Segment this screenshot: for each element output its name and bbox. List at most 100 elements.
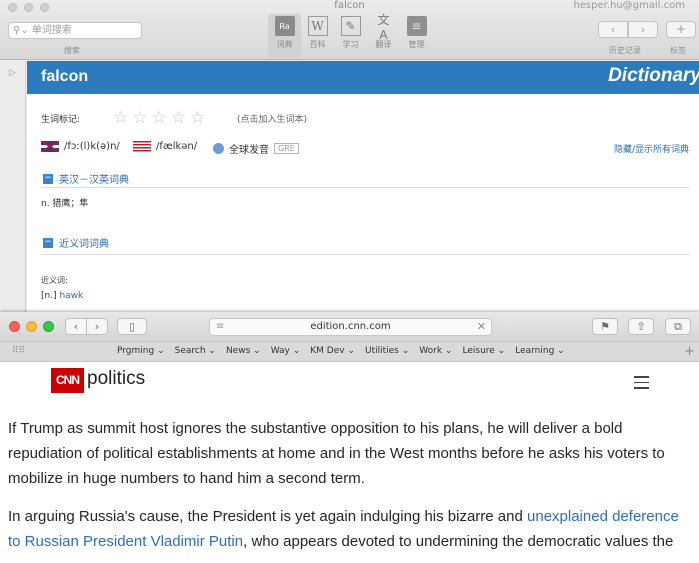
add-tag-button[interactable]: + (666, 21, 696, 38)
extension-icon: ⚑ (600, 320, 610, 333)
bookmark-folder[interactable]: Leisure ⌄ (462, 346, 505, 356)
section-name[interactable]: politics (87, 368, 145, 390)
article-paragraph: If Trump as summit host ignores the subs… (8, 420, 665, 487)
global-pron-label: 全球发音 (229, 145, 269, 156)
uk-pronunciation[interactable]: /fɔː(l)k(ə)n/ (41, 141, 120, 152)
share-icon: ⇧ (636, 320, 646, 333)
address-bar[interactable]: ≡ edition.cnn.com ✕ (209, 318, 492, 336)
search-icon: ⚲⌄ (13, 25, 32, 36)
bookmark-folder[interactable]: Learning ⌄ (515, 346, 564, 356)
manage-icon: ≡ (406, 16, 427, 36)
extension-button[interactable]: ⚑ (592, 318, 618, 335)
dictionary-brand: Dictionary (608, 65, 699, 86)
section-synonym-header[interactable]: − 近义词词典 (43, 235, 109, 250)
star-icon[interactable]: ☆ (132, 108, 147, 128)
share-button[interactable]: ⇧ (628, 318, 654, 335)
cnn-header: CNN politics (0, 363, 699, 399)
word-list-column: ▷ (0, 61, 26, 312)
search-placeholder: 单词搜索 (31, 25, 72, 36)
us-pronunciation[interactable]: /fælkən/ (133, 141, 197, 152)
translate-icon: 文A (377, 12, 390, 42)
tool-tabs: Ra 词典 W 百科 ✎ 学习 文A 翻译 ≡ 管理 (268, 12, 433, 58)
article-paragraph: In arguing Russia's cause, the President… (8, 504, 692, 554)
dictionary-window: falcon hesper.hu@gmail.com ⚲⌄ 单词搜索 搜索 Ra… (0, 0, 699, 312)
bookmark-folder[interactable]: Way ⌄ (271, 346, 301, 356)
top-sites-icon[interactable]: ⠿⠿ (12, 346, 25, 356)
paragraph-text: , who appears devoted to undermining the… (243, 533, 674, 550)
study-icon: ✎ (340, 16, 361, 36)
sidebar-icon: ▯ (128, 320, 136, 333)
tab-study[interactable]: ✎ 学习 (334, 14, 367, 58)
dictionary-content: falcon Dictionary 生词标记: ☆ ☆ ☆ ☆ ☆ (点击加入生… (27, 61, 699, 312)
back-button[interactable]: ‹ (598, 21, 628, 38)
bookmark-folder[interactable]: Work ⌄ (419, 346, 452, 356)
bookmark-folders: Prgming ⌄ Search ⌄ News ⌄ Way ⌄ KM Dev ⌄… (117, 346, 565, 356)
reader-icon[interactable]: ≡ (216, 319, 224, 335)
expand-arrow-icon[interactable]: ▷ (9, 68, 16, 78)
search-input[interactable]: ⚲⌄ 单词搜索 (8, 22, 142, 39)
star-icon[interactable]: ☆ (190, 108, 205, 128)
clear-icon[interactable]: ✕ (477, 319, 486, 335)
close-button[interactable] (9, 321, 20, 332)
tab-manage[interactable]: ≡ 管理 (400, 14, 433, 58)
tab-label: 词典 (276, 40, 293, 49)
divider (41, 187, 689, 188)
window-controls (9, 321, 54, 332)
tab-translate[interactable]: 文A 翻译 (367, 12, 400, 58)
star-icon[interactable]: ☆ (113, 108, 128, 128)
section-ec-header[interactable]: − 英汉－汉英词典 (43, 171, 129, 186)
section-title: 近义词词典 (59, 239, 109, 250)
menu-icon[interactable] (634, 376, 649, 393)
url-text: edition.cnn.com (310, 321, 391, 332)
bookmark-folder[interactable]: News ⌄ (226, 346, 261, 356)
definition: n. 猎鹰；隼 (41, 199, 89, 209)
collapse-icon[interactable]: − (43, 237, 53, 248)
forward-button[interactable]: › (86, 318, 108, 335)
mark-label: 生词标记: (41, 115, 81, 125)
cnn-logo[interactable]: CNN (51, 368, 84, 393)
us-phonetic: /fælkən/ (156, 141, 198, 152)
chevron-left-icon: ‹ (73, 320, 79, 333)
collapse-icon[interactable]: − (43, 173, 53, 184)
tab-label: 翻译 (375, 40, 392, 49)
new-tab-icon[interactable]: + (684, 344, 695, 359)
tab-dictionary[interactable]: Ra 词典 (268, 14, 301, 58)
mark-hint: (点击加入生词本) (237, 115, 308, 125)
minimize-button[interactable] (26, 321, 37, 332)
section-title: 英汉－汉英词典 (59, 175, 129, 186)
tab-label: 百科 (309, 40, 326, 49)
star-icon[interactable]: ☆ (152, 108, 167, 128)
synonym-link[interactable]: hawk (59, 291, 83, 301)
back-button[interactable]: ‹ (65, 318, 87, 335)
divider (41, 254, 689, 255)
synonym-entry: [n.] hawk (41, 291, 83, 301)
gre-badge: GRE (274, 143, 299, 154)
uk-flag-icon (41, 141, 59, 152)
hide-show-all-link[interactable]: 隐藏/显示所有词典 (614, 142, 689, 155)
star-icon[interactable]: ☆ (171, 108, 186, 128)
sidebar-button[interactable]: ▯ (117, 318, 147, 335)
browser-toolbar: ‹ › ▯ ≡ edition.cnn.com ✕ ⚑ ⇧ ⧉ (0, 312, 699, 342)
tab-label: 学习 (342, 40, 359, 49)
browser-window: ‹ › ▯ ≡ edition.cnn.com ✕ ⚑ ⇧ ⧉ ⠿⠿ Prgmi… (0, 312, 699, 563)
paragraph-text: In arguing Russia's cause, the President… (8, 508, 528, 525)
bookmark-folder[interactable]: Prgming ⌄ (117, 346, 165, 356)
tag-caption: 标签 (670, 46, 686, 55)
article-body: If Trump as summit host ignores the subs… (8, 416, 692, 563)
tabs-icon: ⧉ (674, 320, 682, 333)
bookmark-folder[interactable]: Search ⌄ (175, 346, 216, 356)
dictionary-icon: Ra (274, 16, 295, 36)
headword-bar: falcon Dictionary (27, 61, 699, 94)
bookmark-folder[interactable]: Utilities ⌄ (365, 346, 409, 356)
account-email[interactable]: hesper.hu@gmail.com (573, 0, 685, 11)
us-flag-icon (133, 141, 151, 152)
history-caption: 历史记录 (609, 46, 641, 55)
tabs-button[interactable]: ⧉ (665, 318, 691, 335)
tab-encyclopedia[interactable]: W 百科 (301, 14, 334, 58)
uk-phonetic: /fɔː(l)k(ə)n/ (64, 141, 120, 152)
bookmark-folder[interactable]: KM Dev ⌄ (310, 346, 355, 356)
forward-button[interactable]: › (628, 21, 658, 38)
global-pronunciation[interactable]: 全球发音 GRE (213, 141, 299, 156)
zoom-button[interactable] (43, 321, 54, 332)
star-rating[interactable]: ☆ ☆ ☆ ☆ ☆ (113, 108, 205, 128)
